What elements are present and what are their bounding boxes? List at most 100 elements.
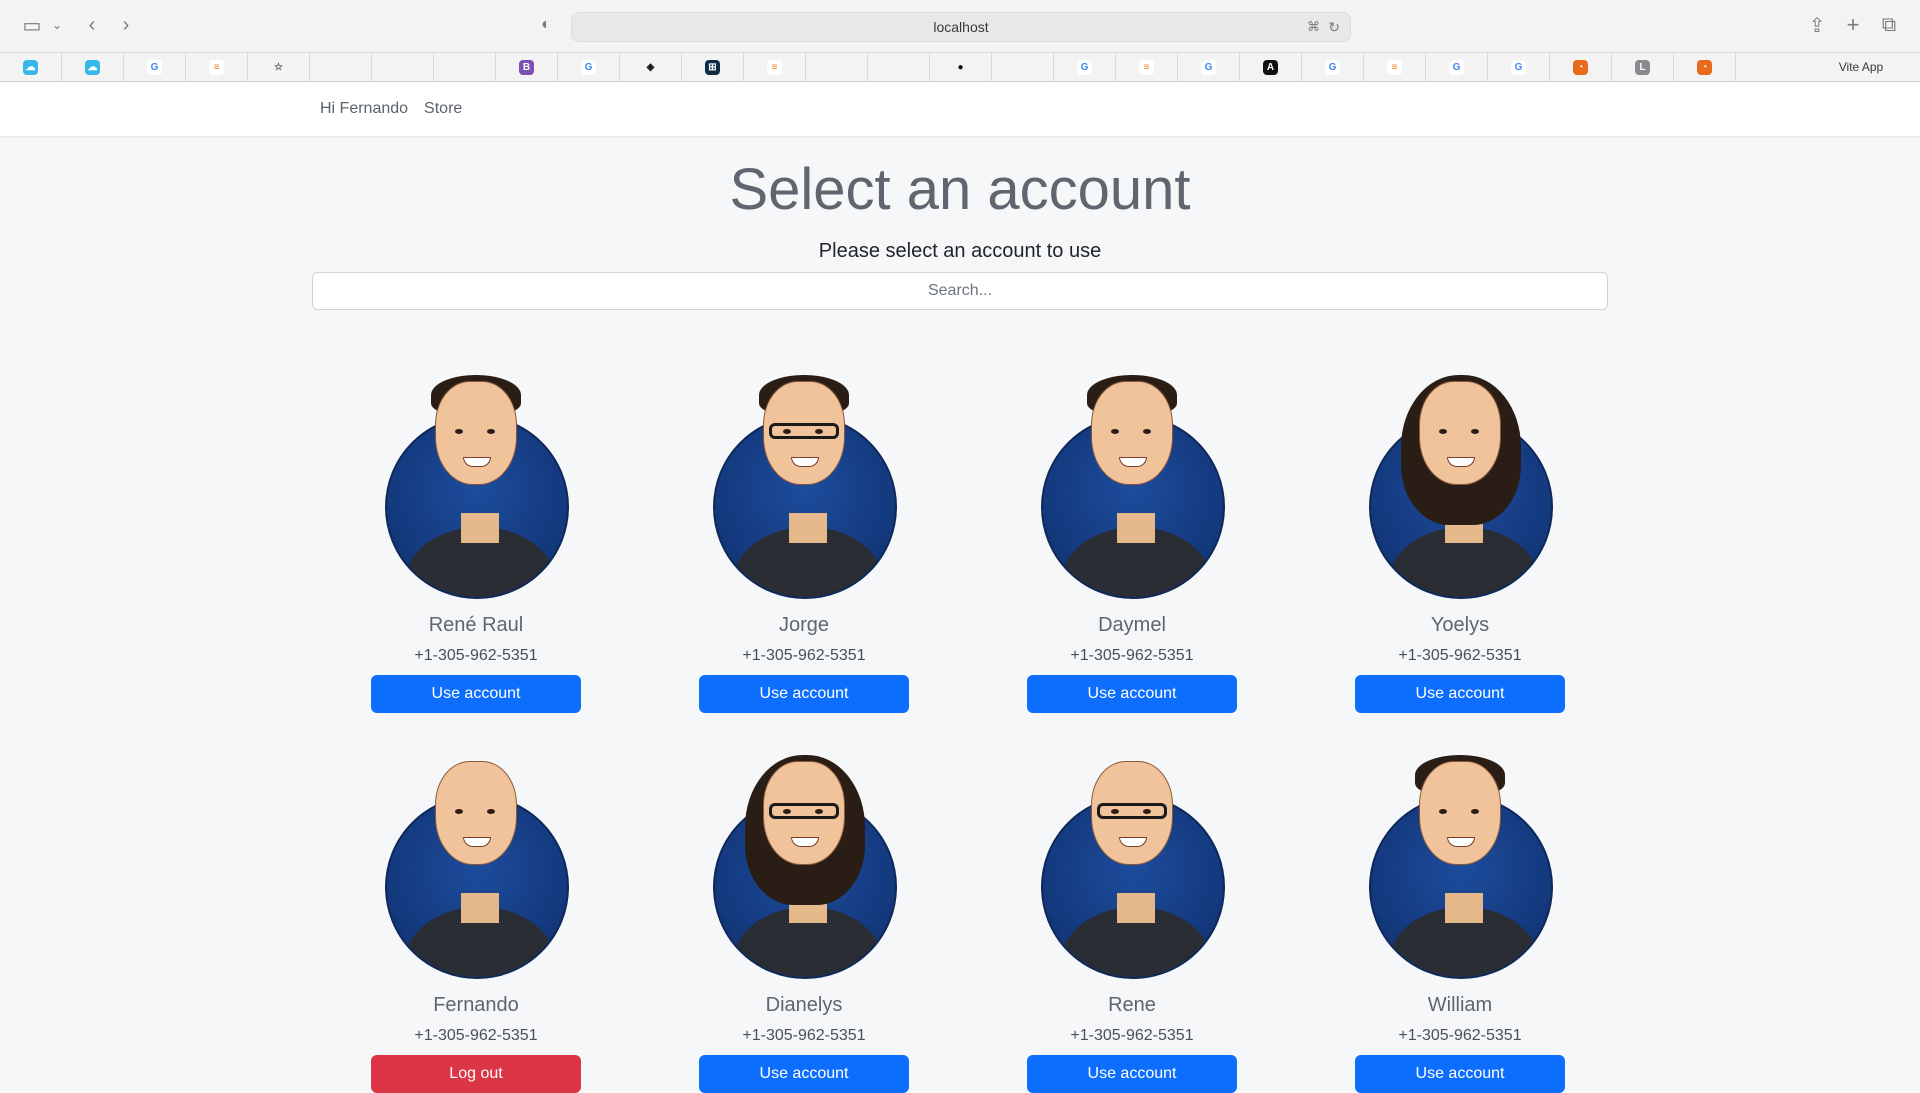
use-account-button[interactable]: Use account — [699, 1055, 909, 1093]
search-input[interactable] — [312, 272, 1608, 310]
bookmark-item[interactable]: ≡ — [186, 53, 248, 81]
avatar-glasses — [1097, 803, 1167, 819]
account-phone: +1-305-962-5351 — [414, 1027, 538, 1044]
bookmark-item[interactable]: ● — [930, 53, 992, 81]
accounts-grid: René Raul +1-305-962-5351 Use account Jo… — [312, 373, 1624, 1093]
letter-l-icon: L — [1635, 59, 1650, 75]
bookmark-item[interactable]: L — [1612, 53, 1674, 81]
bookmark-item[interactable] — [372, 53, 434, 81]
account-phone: +1-305-962-5351 — [742, 1027, 866, 1044]
bookmark-item[interactable]: G — [124, 53, 186, 81]
cloud-icon: ☁ — [85, 59, 100, 75]
bookmark-item[interactable]: ⊞ — [682, 53, 744, 81]
google-icon: G — [1325, 59, 1340, 75]
bookmark-item[interactable] — [868, 53, 930, 81]
stack-icon: ≡ — [1387, 59, 1402, 75]
forward-icon[interactable]: › — [116, 12, 136, 38]
bookmark-item[interactable]: G — [1302, 53, 1364, 81]
orange-icon: ◔ — [1573, 59, 1588, 75]
github-icon: ● — [957, 61, 964, 73]
account-card: William +1-305-962-5351 Use account — [1296, 753, 1624, 1093]
bookmark-item[interactable]: G — [1488, 53, 1550, 81]
avatar — [1039, 373, 1225, 599]
avatar — [1367, 373, 1553, 599]
account-card: Daymel +1-305-962-5351 Use account — [968, 373, 1296, 713]
nav-greeting-link[interactable]: Hi Fernando — [320, 100, 408, 118]
use-account-button[interactable]: Use account — [699, 675, 909, 713]
avatar — [383, 373, 569, 599]
avatar-eye — [1143, 429, 1151, 434]
bookmark-item[interactable] — [806, 53, 868, 81]
translate-icon[interactable]: ⌘ — [1307, 19, 1320, 35]
tabs-overview-icon[interactable]: ⧉ — [1877, 12, 1901, 38]
google-icon: G — [1077, 59, 1092, 75]
chevron-down-icon[interactable]: ⌄ — [50, 12, 64, 38]
share-icon[interactable]: ⇪ — [1805, 12, 1829, 38]
account-name: Dianelys — [765, 994, 843, 1016]
stack-icon: ≡ — [209, 59, 224, 75]
bookmark-item[interactable] — [992, 53, 1054, 81]
back-icon[interactable]: ‹ — [82, 12, 102, 38]
use-account-button[interactable]: Use account — [371, 675, 581, 713]
bookmark-item[interactable]: A — [1240, 53, 1302, 81]
avatar-eye — [1439, 809, 1447, 814]
bookmark-item[interactable]: ◈ — [620, 53, 682, 81]
bookmark-item[interactable]: ≡ — [1116, 53, 1178, 81]
account-phone: +1-305-962-5351 — [1398, 647, 1522, 664]
cloud-icon: ☁ — [23, 59, 38, 75]
avatar-neck — [789, 513, 827, 543]
avatar-face — [435, 381, 517, 485]
bookmark-vite-app[interactable]: Vite App — [1802, 53, 1920, 81]
address-bar[interactable]: localhost ⌘ ↻ — [571, 12, 1351, 42]
avatar — [711, 373, 897, 599]
bookmark-item[interactable]: ☁ — [62, 53, 124, 81]
reload-icon[interactable]: ↻ — [1328, 19, 1340, 36]
shield-icon[interactable]: ◐ — [536, 12, 556, 38]
bookmark-item[interactable]: G — [1426, 53, 1488, 81]
browser-toolbar: ▭ ⌄ ‹ › ◐ localhost ⌘ ↻ ⇪ + ⧉ — [0, 0, 1920, 53]
account-phone: +1-305-962-5351 — [742, 647, 866, 664]
bookmark-item[interactable]: ≡ — [1364, 53, 1426, 81]
google-icon: G — [1449, 59, 1464, 75]
account-name: René Raul — [428, 614, 524, 636]
bookmark-item[interactable]: ◔ — [1674, 53, 1736, 81]
bookmark-item[interactable]: ☁ — [0, 53, 62, 81]
log-out-button[interactable]: Log out — [371, 1055, 581, 1093]
bookmark-item[interactable]: G — [1054, 53, 1116, 81]
account-name: Fernando — [433, 994, 519, 1016]
avatar-glasses — [769, 423, 839, 439]
use-account-button[interactable]: Use account — [1027, 675, 1237, 713]
account-phone: +1-305-962-5351 — [1070, 1027, 1194, 1044]
angular-icon: A — [1263, 59, 1278, 75]
avatar — [711, 753, 897, 979]
avatar-eye — [1471, 809, 1479, 814]
orange-icon: ◔ — [1697, 59, 1712, 75]
account-name: Yoelys — [1430, 614, 1490, 636]
use-account-button[interactable]: Use account — [1355, 1055, 1565, 1093]
bookmark-item[interactable]: ◔ — [1550, 53, 1612, 81]
bookmark-item[interactable]: G — [558, 53, 620, 81]
use-account-button[interactable]: Use account — [1027, 1055, 1237, 1093]
avatar-face — [1419, 761, 1501, 865]
bookmark-item[interactable]: G — [1178, 53, 1240, 81]
use-account-button[interactable]: Use account — [1355, 675, 1565, 713]
new-tab-icon[interactable]: + — [1841, 12, 1865, 38]
sidebar-toggle-icon[interactable]: ▭ — [18, 12, 46, 38]
bookmark-item[interactable] — [434, 53, 496, 81]
nav-store-link[interactable]: Store — [424, 100, 462, 118]
avatar-eye — [1439, 429, 1447, 434]
account-name: William — [1427, 994, 1493, 1016]
bookmark-item[interactable] — [310, 53, 372, 81]
bookmark-item[interactable]: ☆ — [248, 53, 310, 81]
page-title: Select an account — [729, 157, 1191, 222]
avatar-neck — [461, 893, 499, 923]
google-icon: G — [147, 59, 162, 75]
stack-icon: ≡ — [1139, 59, 1154, 75]
bookmark-item[interactable]: B — [496, 53, 558, 81]
account-name: Jorge — [778, 614, 830, 636]
bookmark-item[interactable]: ≡ — [744, 53, 806, 81]
avatar-neck — [461, 513, 499, 543]
google-icon: G — [1511, 59, 1526, 75]
avatar-face — [1419, 381, 1501, 485]
account-card: Fernando +1-305-962-5351 Log out — [312, 753, 640, 1093]
